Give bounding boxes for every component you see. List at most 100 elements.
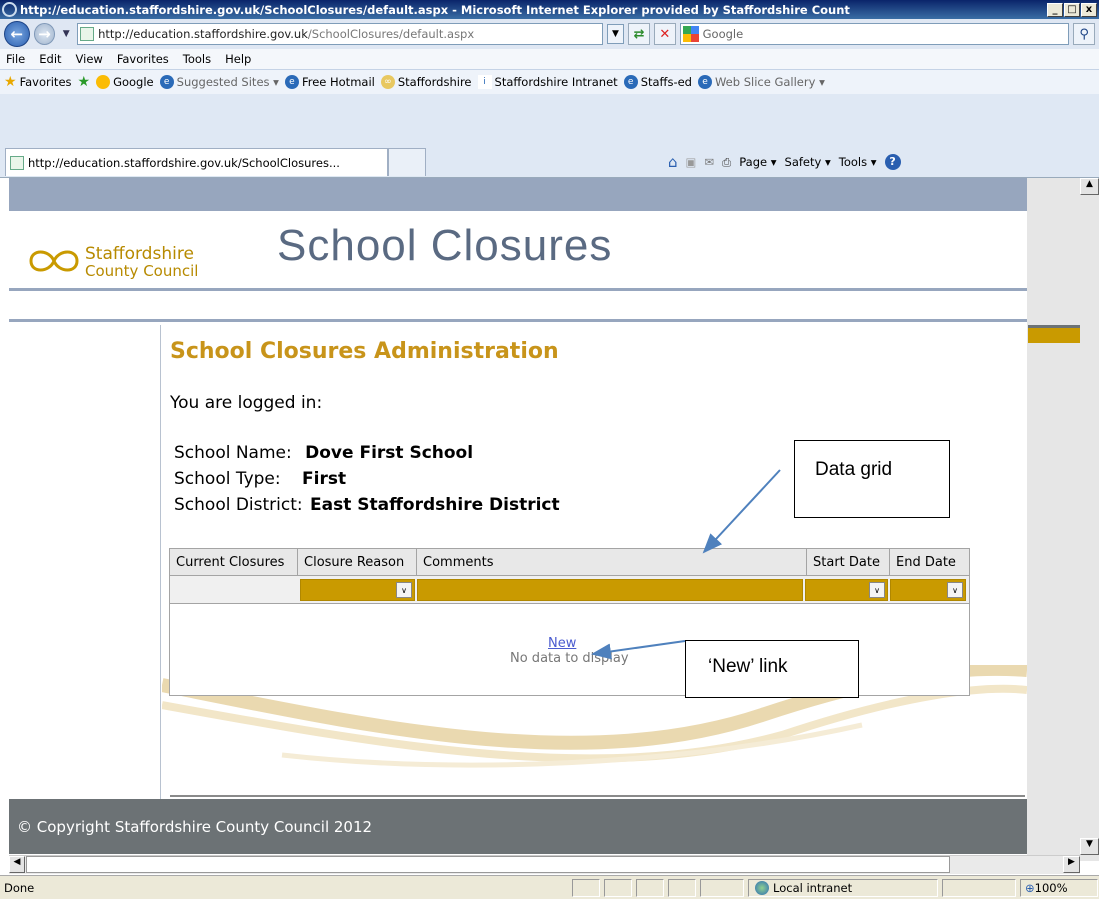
copyright-text: © Copyright Staffordshire County Council…	[17, 817, 373, 836]
status-cell	[700, 879, 744, 897]
print-icon[interactable]: ⎙	[722, 155, 731, 170]
site-footer: © Copyright Staffordshire County Council…	[9, 799, 1027, 854]
chevron-down-icon[interactable]: ∨	[869, 582, 885, 598]
mail-icon[interactable]: ✉	[704, 155, 714, 169]
col-comments[interactable]: Comments	[417, 549, 807, 575]
grid-header: Current Closures Closure Reason Comments…	[170, 549, 969, 576]
tab-label: http://education.staffordshire.gov.uk/Sc…	[28, 155, 340, 170]
recent-pages-dropdown[interactable]: ▼	[59, 29, 73, 39]
scroll-left-arrow[interactable]: ◀	[9, 856, 25, 873]
favorites-label: Favorites	[19, 75, 72, 89]
filter-start-date[interactable]: ∨	[805, 579, 888, 601]
tab-current[interactable]: http://education.staffordshire.gov.uk/Sc…	[5, 148, 388, 176]
window-title: http://education.staffordshire.gov.uk/Sc…	[20, 2, 850, 17]
refresh-icon[interactable]: ⇄	[628, 23, 650, 45]
maximize-button[interactable]: □	[1064, 2, 1080, 17]
annotation-data-grid-text: Data grid	[815, 459, 893, 480]
fav-google[interactable]: Google	[96, 75, 154, 89]
address-bar[interactable]: http://education.staffordshire.gov.uk/Sc…	[77, 23, 603, 45]
school-name-value: Dove First School	[305, 443, 474, 463]
feeds-icon[interactable]: ▣	[686, 155, 697, 169]
home-icon[interactable]: ⌂	[668, 153, 678, 171]
menu-help[interactable]: Help	[225, 52, 251, 66]
menu-view[interactable]: View	[76, 52, 103, 66]
fav-staffordshire[interactable]: ∞ Staffordshire	[380, 75, 472, 89]
fav-web-slice-gallery[interactable]: e Web Slice Gallery ▾	[697, 75, 825, 89]
zoom-level: 100%	[1034, 881, 1068, 895]
minimize-button[interactable]: _	[1047, 2, 1063, 17]
school-district-value: East Staffordshire District	[310, 495, 560, 515]
col-closure-reason[interactable]: Closure Reason	[298, 549, 417, 575]
back-button[interactable]: ←	[4, 21, 30, 47]
site-header: Staffordshire County Council School Clos…	[9, 211, 1027, 291]
fav-suggested-sites[interactable]: e Suggested Sites ▾	[159, 75, 279, 89]
fav-hotmail[interactable]: e Free Hotmail	[284, 75, 375, 89]
fav-staffordshire-intranet[interactable]: i Staffordshire Intranet	[477, 75, 618, 89]
annotation-data-grid: Data grid	[794, 440, 950, 518]
address-dropdown[interactable]: ▼	[606, 24, 625, 44]
page-icon	[10, 155, 24, 170]
logo-line-2: County Council	[85, 262, 199, 280]
filter-closure-reason[interactable]: ∨	[300, 579, 415, 601]
protected-mode-icon[interactable]	[942, 879, 1016, 897]
school-name-row: School Name: Dove First School	[174, 443, 473, 463]
empty-message: No data to display	[510, 651, 629, 666]
help-icon[interactable]: ?	[884, 154, 901, 170]
close-window-button[interactable]: x	[1081, 2, 1097, 17]
status-bar: Done Local intranet ⊕ 100%	[0, 875, 1099, 899]
menu-tools[interactable]: Tools	[183, 52, 211, 66]
favorites-button[interactable]: ★ Favorites	[4, 74, 72, 90]
new-link[interactable]: New	[548, 636, 576, 651]
menu-favorites[interactable]: Favorites	[117, 52, 169, 66]
filter-end-date[interactable]: ∨	[890, 579, 966, 601]
horizontal-scroll-thumb[interactable]	[26, 856, 950, 873]
scroll-down-arrow[interactable]: ▼	[1080, 838, 1099, 855]
vertical-scrollbar[interactable]	[1027, 178, 1099, 861]
forward-button[interactable]: →	[33, 23, 56, 45]
chevron-down-icon[interactable]: ∨	[396, 582, 412, 598]
scroll-right-arrow[interactable]: ▶	[1063, 856, 1080, 873]
menu-edit[interactable]: Edit	[39, 52, 61, 66]
navigation-bar: ← → ▼ http://education.staffordshire.gov…	[0, 19, 1099, 49]
ie-icon: e	[697, 75, 712, 89]
command-bar: ⌂ ▣ ✉ ⎙ Page ▾ Safety ▾ Tools ▾ ?	[668, 150, 1098, 174]
zoom-control[interactable]: ⊕ 100%	[1020, 879, 1098, 897]
col-start-date[interactable]: Start Date	[807, 549, 890, 575]
ie-icon	[2, 2, 17, 17]
chevron-down-icon[interactable]: ∨	[947, 582, 963, 598]
menu-bar: File Edit View Favorites Tools Help	[0, 49, 1099, 70]
scrollbar-thumb[interactable]	[1028, 325, 1080, 343]
search-icon[interactable]: ⚲	[1073, 23, 1095, 45]
new-tab-button[interactable]	[388, 148, 426, 176]
filter-comments[interactable]	[417, 579, 803, 601]
col-end-date[interactable]: End Date	[890, 549, 969, 575]
logo-line-1: Staffordshire	[85, 244, 194, 264]
zoom-icon: ⊕	[1025, 881, 1035, 895]
fav-staffs-ed[interactable]: e Staffs-ed	[623, 75, 692, 89]
stop-icon[interactable]: ✕	[653, 23, 676, 45]
council-logo[interactable]: Staffordshire County Council	[27, 239, 227, 289]
window-title-bar: http://education.staffordshire.gov.uk/Sc…	[0, 0, 1099, 19]
zone-label: Local intranet	[773, 881, 853, 895]
nav-band	[9, 294, 1027, 322]
ie-icon: e	[159, 75, 174, 89]
status-text: Done	[4, 881, 35, 895]
star-icon: ★	[4, 74, 17, 90]
school-district-label: School District:	[174, 495, 303, 515]
ie-icon: e	[284, 75, 299, 89]
search-input[interactable]: Google	[679, 23, 1070, 45]
security-zone[interactable]: Local intranet	[748, 879, 938, 897]
scroll-up-arrow[interactable]: ▲	[1080, 178, 1099, 195]
tools-menu[interactable]: Tools ▾	[839, 155, 877, 169]
annotation-new-link: ‘New’ link	[685, 640, 859, 698]
page-menu[interactable]: Page ▾	[739, 155, 776, 169]
add-favorite-icon[interactable]: ★	[78, 74, 91, 90]
col-current-closures[interactable]: Current Closures	[170, 549, 298, 575]
school-district-row: School District: East Staffordshire Dist…	[174, 495, 560, 515]
ie-icon: e	[623, 75, 638, 89]
safety-menu[interactable]: Safety ▾	[785, 155, 831, 169]
menu-file[interactable]: File	[6, 52, 25, 66]
staffordshire-knot-icon	[29, 250, 79, 272]
fav-intranet-label: Staffordshire Intranet	[494, 75, 618, 89]
site-title: School Closures	[277, 221, 613, 270]
